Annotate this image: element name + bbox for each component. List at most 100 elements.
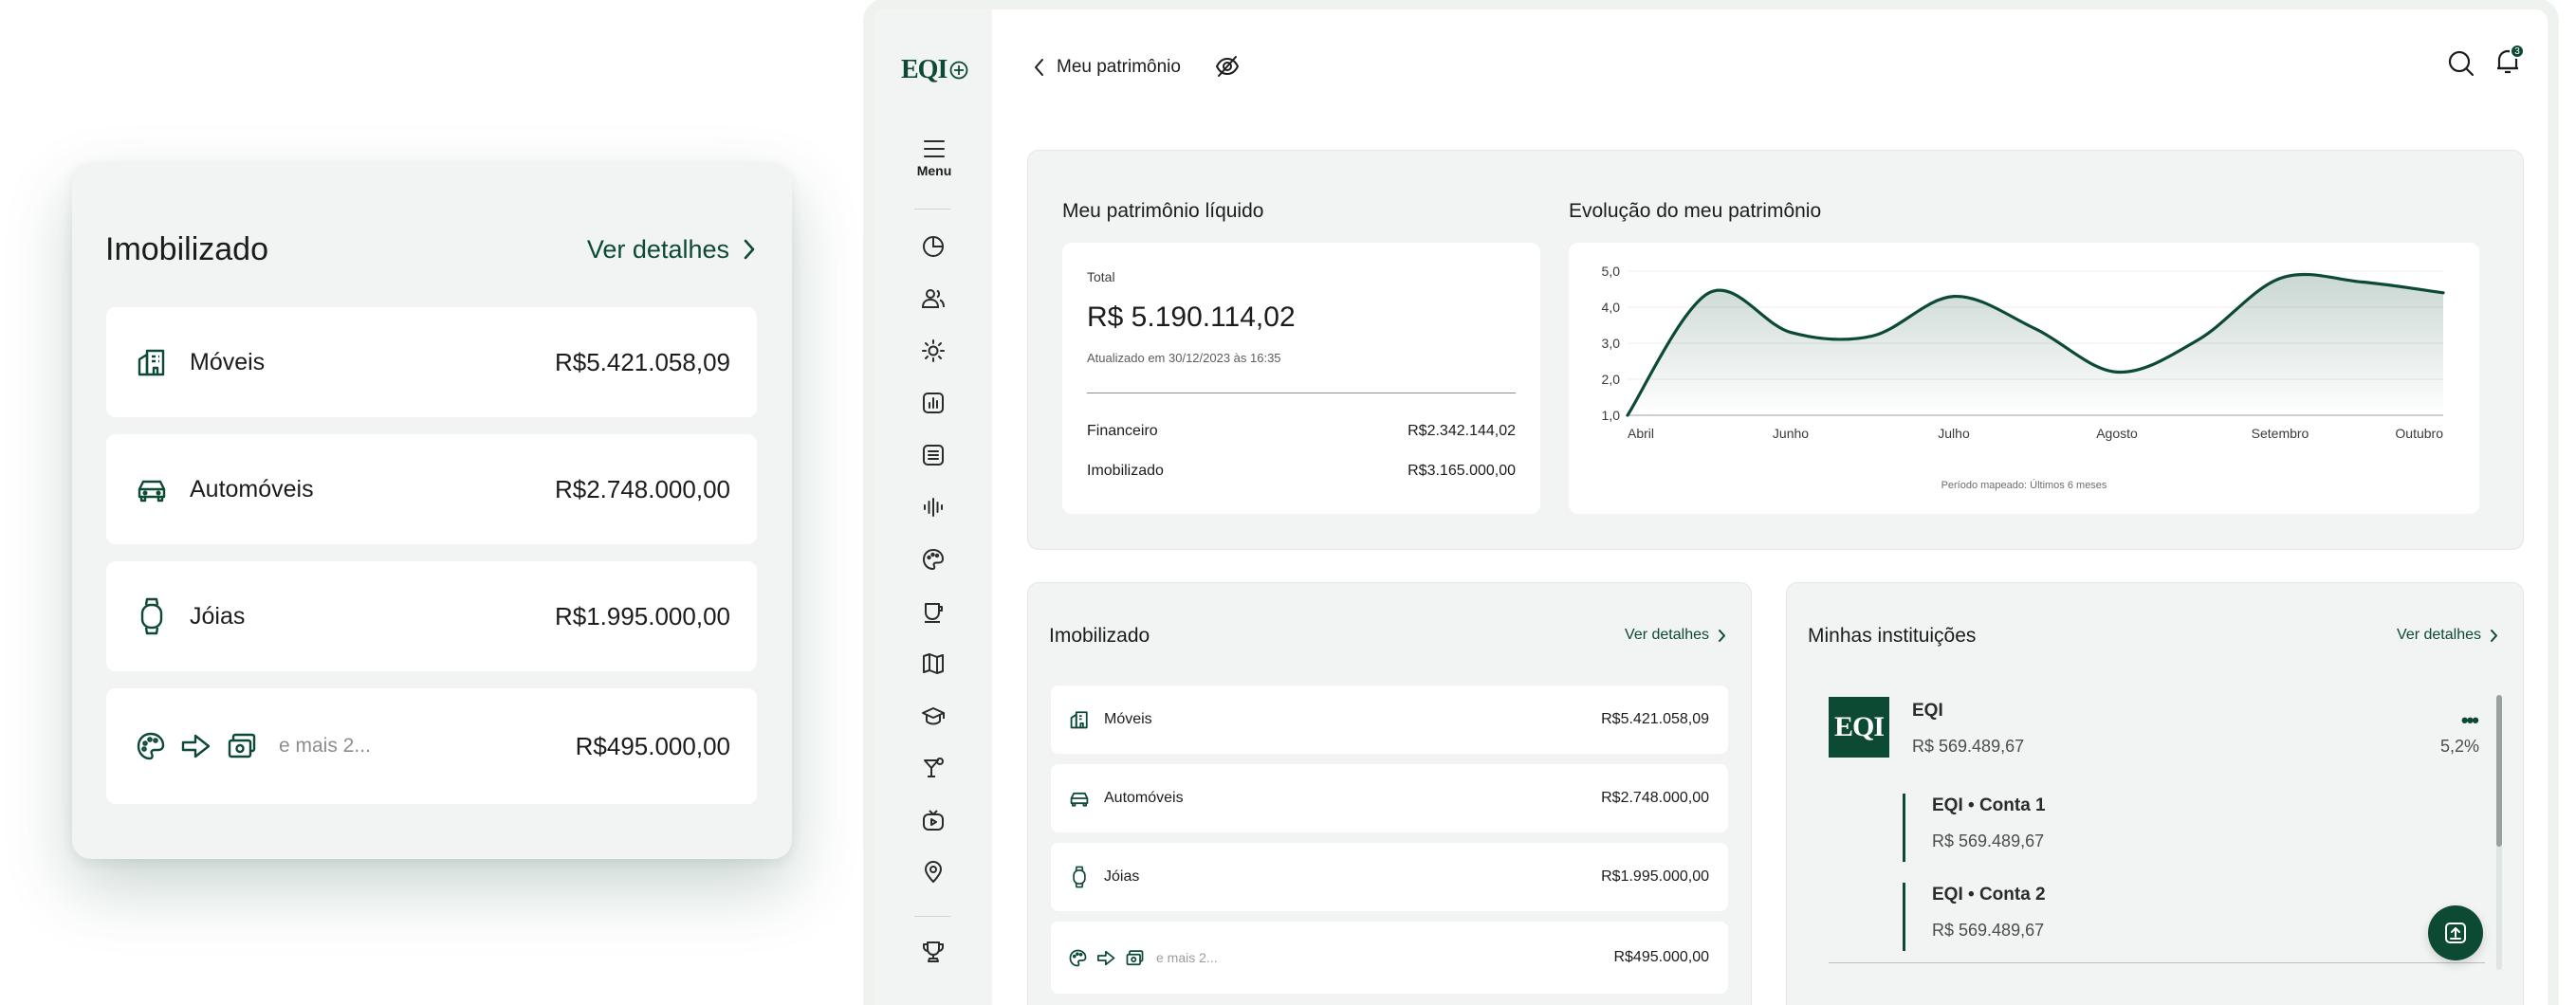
sidebar-item-map[interactable] (920, 650, 947, 677)
palette-icon (137, 732, 165, 760)
chevron-right-icon (2491, 629, 2497, 642)
row-label: Imobilizado (1087, 463, 1164, 479)
zoom-ver-detalhes-link[interactable]: Ver detalhes (587, 235, 756, 265)
bar-chart-icon (923, 393, 944, 413)
sidebar-divider (914, 209, 950, 210)
imobilizado-title: Imobilizado (1049, 625, 1150, 647)
link-label: Ver detalhes (1625, 627, 1709, 643)
list-item-automoveis[interactable]: Automóveis R$2.748.000,00 (1051, 764, 1728, 832)
imobilizado-row: Imobilizado R$3.165.000,00 (1087, 463, 1516, 480)
car-icon (135, 472, 169, 506)
more-label: e mais 2... (1156, 950, 1218, 965)
search-icon (2448, 50, 2475, 77)
zoom-more-icons (135, 730, 258, 762)
sun-icon (922, 339, 945, 362)
share-fab-button[interactable] (2428, 905, 2483, 960)
series-area (1628, 274, 2443, 415)
sidebar-item-coffee[interactable] (920, 598, 947, 625)
net-worth-card: Total R$ 5.190.114,02 Atualizado em 30/1… (1062, 243, 1540, 514)
eye-off-icon (1215, 56, 1240, 77)
back-button[interactable]: Meu patrimônio (1034, 57, 1181, 78)
sidebar-item-audio[interactable] (920, 494, 947, 521)
app-window: EQI Menu Meu patrimônio 3 Meu patrimônio… (874, 9, 2548, 1005)
chevron-right-icon (1719, 629, 1725, 642)
imobilizado-panel: Imobilizado Ver detalhes Móveis R$5.421.… (1027, 582, 1752, 1005)
list-item-moveis[interactable]: Móveis R$5.421.058,09 (1051, 685, 1728, 754)
scrollbar-thumb[interactable] (2496, 695, 2502, 847)
account-value: R$ 569.489,67 (1932, 921, 2045, 940)
tv-icon (923, 810, 944, 831)
eqi-logo[interactable]: EQI (901, 55, 968, 85)
evolution-chart: 1,0 2,0 3,0 4,0 5,0 Abril Junho Julho Agosto Sete… (1602, 264, 2445, 441)
sidebar-item-list[interactable] (920, 442, 947, 468)
zoom-ver-detalhes-label: Ver detalhes (586, 234, 729, 264)
sidebar-item-users[interactable] (920, 285, 947, 312)
x-tick-label: Julho (1938, 426, 1970, 441)
x-tick-label: Junho (1773, 426, 1809, 441)
zoom-item-moveis[interactable]: Móveis R$5.421.058,09 (106, 307, 757, 417)
imobilizado-ver-detalhes-link[interactable]: Ver detalhes (1625, 627, 1726, 644)
zoom-item-value: R$5.421.058,09 (554, 347, 730, 376)
plus-circle-icon (949, 61, 968, 80)
account-name: EQI • Conta 1 (1932, 795, 2046, 815)
sidebar-item-education[interactable] (920, 703, 947, 729)
sidebar-item-sun[interactable] (920, 338, 947, 364)
net-worth-panel: Meu patrimônio líquido Evolução do meu p… (1027, 150, 2524, 550)
search-button[interactable] (2447, 49, 2475, 82)
more-options-icon[interactable]: ••• (2461, 708, 2479, 733)
zoom-item-joias[interactable]: Jóias R$1.995.000,00 (106, 561, 757, 671)
total-value: R$ 5.190.114,02 (1087, 302, 1296, 333)
coffee-cup-icon (925, 603, 943, 623)
account-item[interactable]: EQI • Conta 2 R$ 569.489,67 (1903, 883, 2263, 951)
arrow-right-icon (181, 734, 211, 758)
graduation-cap-icon (922, 707, 945, 725)
updated-at: Atualizado em 30/12/2023 às 16:35 (1087, 351, 1281, 365)
notifications-button[interactable]: 3 (2494, 44, 2525, 81)
sidebar-item-reports[interactable] (920, 390, 947, 416)
more-value: R$495.000,00 (1613, 949, 1709, 965)
scrollbar[interactable] (2496, 695, 2502, 970)
menu-button[interactable]: Menu (911, 140, 958, 178)
institutions-ver-detalhes-link[interactable]: Ver detalhes (2397, 627, 2498, 644)
car-icon (1068, 787, 1091, 810)
zoom-item-more[interactable]: e mais 2... R$495.000,00 (106, 688, 757, 804)
item-value: R$1.995.000,00 (1601, 868, 1709, 885)
list-item-more[interactable]: e mais 2... R$495.000,00 (1051, 922, 1728, 994)
zoom-item-label: Móveis (190, 348, 266, 375)
menu-label: Menu (916, 163, 952, 178)
y-tick-label: 1,0 (1602, 408, 1621, 423)
financeiro-row: Financeiro R$2.342.144,02 (1087, 423, 1516, 440)
list-divider (1829, 962, 2485, 963)
total-label: Total (1087, 269, 1115, 284)
row-value: R$2.342.144,02 (1408, 423, 1516, 439)
sidebar-item-palette[interactable] (920, 546, 947, 573)
imobilizado-zoom-card: Imobilizado Ver detalhes Móveis R$5.421.… (72, 163, 792, 859)
logo-text: EQI (901, 55, 948, 84)
evolution-title: Evolução do meu patrimônio (1569, 200, 1822, 222)
hide-values-toggle[interactable] (1214, 53, 1241, 84)
cash-icon (1126, 949, 1144, 965)
institution-percent: 5,2% (2439, 737, 2479, 756)
sidebar-item-drinks[interactable] (920, 755, 947, 781)
sidebar-item-trophy[interactable] (920, 939, 947, 965)
page-title: Meu patrimônio (1057, 57, 1181, 77)
chart-footnote: Período mapeado: Últimos 6 meses (1941, 480, 2107, 491)
zoom-item-automoveis[interactable]: Automóveis R$2.748.000,00 (106, 434, 757, 544)
notification-badge: 3 (2510, 44, 2525, 59)
arrow-right-icon (1096, 950, 1115, 965)
sidebar-item-dashboard[interactable] (920, 233, 947, 260)
account-item[interactable]: EQI • Conta 1 R$ 569.489,67 (1903, 794, 2263, 862)
y-tick-label: 5,0 (1602, 264, 1621, 279)
sidebar-item-location[interactable] (920, 859, 947, 886)
sidebar-item-tv[interactable] (920, 807, 947, 833)
item-value: R$5.421.058,09 (1601, 711, 1709, 727)
map-icon (923, 653, 944, 674)
zoom-item-value: R$2.748.000,00 (554, 474, 730, 503)
list-item-joias[interactable]: Jóias R$1.995.000,00 (1051, 843, 1728, 911)
x-tick-label: Setembro (2252, 426, 2309, 441)
sidebar-divider (914, 916, 950, 917)
x-tick-label: Abril (1628, 426, 1654, 441)
palette-icon (1069, 949, 1087, 966)
row-value: R$3.165.000,00 (1408, 463, 1516, 479)
account-name: EQI • Conta 2 (1932, 885, 2046, 904)
